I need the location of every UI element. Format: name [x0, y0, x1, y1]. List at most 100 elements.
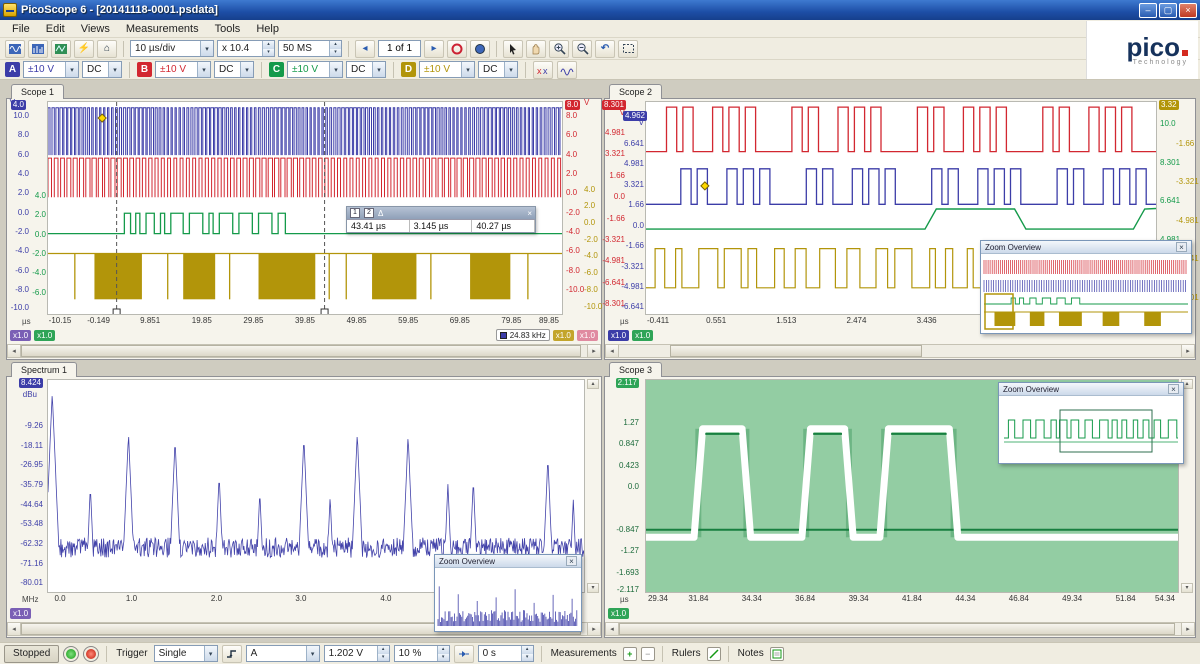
zoom-overview-titlebar[interactable]: Zoom Overview×	[999, 383, 1183, 396]
scope2-hscrollbar[interactable]: ◂ ▸	[605, 344, 1195, 358]
ruler-legend[interactable]: 1 2 Δ × 43.41 µs 3.145 µs 40.27 µs	[346, 206, 536, 233]
tab-scope3[interactable]: Scope 3	[609, 362, 662, 377]
rulers-button[interactable]	[707, 647, 721, 661]
red-axis-offset-badge[interactable]: 8.0	[565, 100, 580, 110]
pretrigger-spinner[interactable]: 10 %▴▾	[394, 645, 450, 662]
menu-measurements[interactable]: Measurements	[118, 21, 207, 37]
restore-button[interactable]: ▢	[1159, 3, 1177, 18]
add-measurement-button[interactable]: +	[623, 647, 637, 661]
channel-A-coupling-select[interactable]: DC▾	[82, 61, 122, 78]
menu-edit[interactable]: Edit	[38, 21, 73, 37]
record-button[interactable]	[83, 646, 99, 662]
red-axis-offset-badge[interactable]: 8.301	[602, 100, 626, 110]
blue-axis-offset-badge[interactable]: 4.962	[623, 111, 647, 121]
green-axis-offset-badge[interactable]: 2.117	[616, 378, 639, 388]
scroll-thumb[interactable]	[619, 623, 1175, 635]
tab-scope2[interactable]: Scope 2	[609, 84, 662, 99]
ruler-legend-close-icon[interactable]: ×	[527, 209, 532, 218]
scroll-thumb[interactable]	[21, 345, 581, 357]
next-page-button[interactable]: ▸	[424, 40, 444, 58]
titlebar[interactable]: PicoScope 6 - [20141118-0001.psdata] – ▢…	[0, 0, 1200, 20]
marquee-zoom-icon[interactable]	[618, 40, 638, 58]
reference-waveforms-button[interactable]	[557, 61, 577, 79]
zoom-overview-body[interactable]	[436, 568, 580, 630]
loop-marker-icon[interactable]	[470, 40, 490, 58]
scope2-left-axis[interactable]: 8.301 4.962 VV4.9813.3211.660.0-1.66-3.3…	[605, 101, 645, 315]
close-icon[interactable]: ×	[1176, 242, 1187, 252]
scope1-right-axis[interactable]: 8.0 V8.06.04.02.00.0-2.0-4.0-6.0-8.0-10.…	[564, 101, 601, 315]
axis-scale-chip[interactable]: x1.0	[10, 330, 31, 341]
zoom-overview-window-scope2[interactable]: Zoom Overview×	[980, 240, 1192, 334]
scroll-left-icon[interactable]: ◂	[8, 623, 21, 635]
zoom-in-icon[interactable]	[549, 40, 569, 58]
axis-scale-chip[interactable]: x1.0	[577, 330, 598, 341]
scroll-right-icon[interactable]: ▸	[587, 345, 600, 357]
axis-scale-chip[interactable]: x1.0	[608, 330, 629, 341]
spectrum-axis-top-badge[interactable]: 8.424	[19, 378, 43, 388]
auto-setup-icon[interactable]: ⚡	[74, 40, 94, 58]
timebase-select[interactable]: 10 µs/div▾	[130, 40, 214, 57]
scope-view-icon[interactable]	[5, 40, 25, 58]
tab-scope1[interactable]: Scope 1	[11, 84, 64, 99]
axis-scale-chip[interactable]: x1.0	[34, 330, 55, 341]
zoom-out-icon[interactable]	[572, 40, 592, 58]
scope1-hscrollbar[interactable]: ◂ ▸	[7, 344, 601, 358]
zoom-overview-body[interactable]	[1000, 396, 1182, 462]
zoom-overview-titlebar[interactable]: Zoom Overview×	[981, 241, 1191, 254]
trigger-source-select[interactable]: A▾	[246, 645, 320, 662]
scroll-track[interactable]	[619, 623, 1181, 635]
remove-measurement-button[interactable]: −	[641, 647, 655, 661]
chevron-down-icon[interactable]: ▾	[200, 41, 213, 56]
zoom-overview-titlebar[interactable]: Zoom Overview×	[435, 555, 581, 568]
blue-axis-offset-badge[interactable]: 4.0	[11, 100, 26, 110]
spectrum1-left-axis[interactable]: 8.424 dBu -9.26-18.11-26.95-35.79-44.64-…	[7, 379, 47, 593]
close-icon[interactable]: ×	[1168, 384, 1179, 394]
minimize-button[interactable]: –	[1139, 3, 1157, 18]
channel-D-range-select[interactable]: ±10 V▾	[419, 61, 475, 78]
channel-C-coupling-select[interactable]: DC▾	[346, 61, 386, 78]
channel-B-label[interactable]: B	[137, 62, 152, 77]
channel-B-range-select[interactable]: ±10 V▾	[155, 61, 211, 78]
scroll-left-icon[interactable]: ◂	[8, 345, 21, 357]
trigger-mode-select[interactable]: Single▾	[154, 645, 218, 662]
zoom-overview-body[interactable]	[982, 254, 1190, 332]
scope1-plot[interactable]: 1 2 Δ × 43.41 µs 3.145 µs 40.27 µs	[47, 101, 563, 315]
trigger-delay-icon[interactable]	[454, 645, 474, 663]
scope3-left-axis[interactable]: 2.117 1.270.8470.4230.0-0.847-1.27-1.693…	[605, 379, 645, 593]
tab-spectrum1[interactable]: Spectrum 1	[11, 362, 77, 377]
persistence-view-icon[interactable]	[51, 40, 71, 58]
axis-scroll-down-icon[interactable]: ▾	[1181, 583, 1193, 593]
math-channels-button[interactable]: xx	[533, 61, 553, 79]
sample-count-spinner[interactable]: 50 MS▴▾	[278, 40, 342, 57]
ruler-legend-header[interactable]: 1 2 Δ ×	[347, 207, 535, 219]
axis-scale-chip[interactable]: x1.0	[553, 330, 574, 341]
axis-scale-chip[interactable]: x1.0	[632, 330, 653, 341]
scroll-thumb[interactable]	[670, 345, 923, 357]
menu-help[interactable]: Help	[248, 21, 287, 37]
undo-zoom-icon[interactable]: ↶	[595, 40, 615, 58]
trigger-level-spinner[interactable]: 1.202 V▴▾	[324, 645, 390, 662]
channel-A-range-select[interactable]: ±10 V▾	[23, 61, 79, 78]
scope1-left-axis[interactable]: 4.0 V10.08.06.04.02.00.0-2.0-4.0-6.0-8.0…	[7, 101, 47, 315]
channel-D-coupling-select[interactable]: DC▾	[478, 61, 518, 78]
axis-scale-chip[interactable]: x1.0	[10, 608, 31, 619]
channel-C-range-select[interactable]: ±10 V▾	[287, 61, 343, 78]
menu-tools[interactable]: Tools	[207, 21, 249, 37]
home-icon[interactable]: ⌂	[97, 40, 117, 58]
notes-button[interactable]	[770, 647, 784, 661]
prev-page-button[interactable]: ◂	[355, 40, 375, 58]
channel-C-label[interactable]: C	[269, 62, 284, 77]
chevron-down-icon[interactable]: ▾	[204, 646, 217, 661]
menu-file[interactable]: File	[4, 21, 38, 37]
zoom-factor-spinner[interactable]: x 10.4▴▾	[217, 40, 275, 57]
scroll-left-icon[interactable]: ◂	[606, 345, 619, 357]
close-icon[interactable]: ×	[566, 556, 577, 566]
channel-A-label[interactable]: A	[5, 62, 20, 77]
scroll-track[interactable]	[619, 345, 1181, 357]
trigger-delay-spinner[interactable]: 0 s▴▾	[478, 645, 534, 662]
stop-marker-icon[interactable]	[447, 40, 467, 58]
zoom-overview-window-spectrum1[interactable]: Zoom Overview×	[434, 554, 582, 632]
hand-pan-icon[interactable]	[526, 40, 546, 58]
scroll-right-icon[interactable]: ▸	[587, 623, 600, 635]
spectrum-view-icon[interactable]	[28, 40, 48, 58]
